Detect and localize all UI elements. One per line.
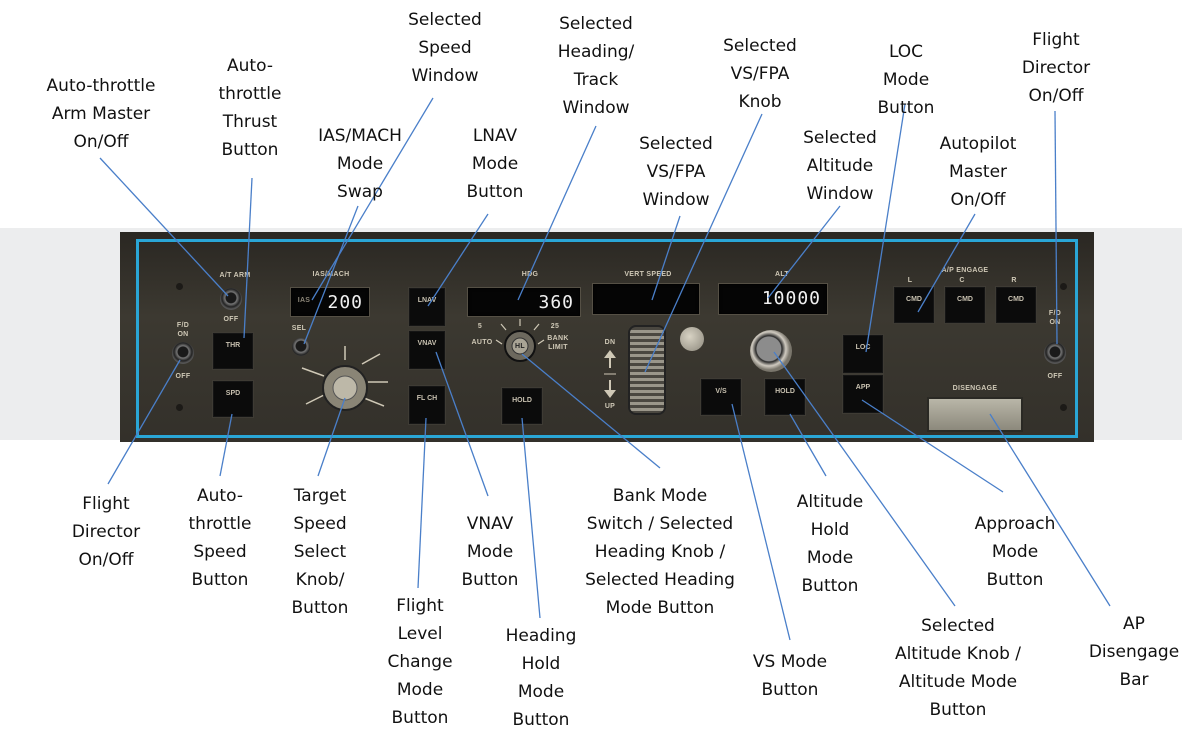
annotation-altitude-hold-button: Altitude Hold Mode Button [796,492,864,596]
annotation-vs-mode-button: VS Mode Button [752,652,828,700]
annotation-ias-mach-swap: IAS/MACH Mode Swap [318,126,402,202]
annotation-flch-button: Flight Level Change Mode Button [387,596,453,728]
annotation-selected-altitude-window: Selected Altitude Window [803,128,877,204]
leader-line [917,213,976,313]
leader-line [427,213,489,307]
annotation-heading-hold-button: Heading Hold Mode Button [505,626,577,730]
annotation-selected-speed-window: Selected Speed Window [408,10,482,86]
leader-line [417,417,427,589]
leader-line [651,215,681,301]
annotation-vnav-button: VNAV Mode Button [461,514,519,590]
leader-line [521,353,661,469]
annotation-selected-vs-window: Selected VS/FPA Window [639,134,713,210]
leader-line [789,413,827,477]
annotation-selected-altitude-knob: Selected Altitude Knob / Altitude Mode B… [894,616,1022,720]
annotation-target-speed-knob: Target Speed Select Knob/ Button [291,486,349,618]
annotation-selected-heading-window: Selected Heading/ Track Window [557,14,635,118]
annotation-autothrottle-arm: Auto-throttle Arm Master On/Off [46,76,156,152]
leader-line [861,399,1004,493]
annotation-selected-vs-knob: Selected VS/FPA Knob [723,36,797,112]
leader-line [107,359,181,485]
annotation-lnav-button: LNAV Mode Button [466,126,524,202]
annotation-approach-button: Approach Mode Button [974,514,1056,590]
leader-line [1054,110,1058,345]
annotation-ap-disengage-bar: AP Disengage Bar [1088,614,1180,690]
mcp-diagram: A/T ARM IAS/MACH HDG VERT SPEED ALT A/P … [0,0,1182,735]
annotation-loc-button: LOC Mode Button [877,42,935,118]
leader-line [243,177,253,339]
annotation-autopilot-master: Autopilot Master On/Off [939,134,1017,210]
annotation-bank-mode-switch: Bank Mode Switch / Selected Heading Knob… [585,486,735,618]
leader-line [767,205,841,299]
annotation-autothrottle-speed: Auto- throttle Speed Button [188,486,252,590]
leader-line [435,351,489,497]
annotation-flight-director-left: Flight Director On/Off [71,494,141,570]
leader-line [99,157,229,297]
leader-line [219,413,233,477]
leader-line [303,205,359,345]
annotation-autothrottle-thrust: Auto- throttle Thrust Button [218,56,282,160]
annotation-flight-director-right: Flight Director On/Off [1021,30,1091,106]
leader-line [317,397,346,477]
